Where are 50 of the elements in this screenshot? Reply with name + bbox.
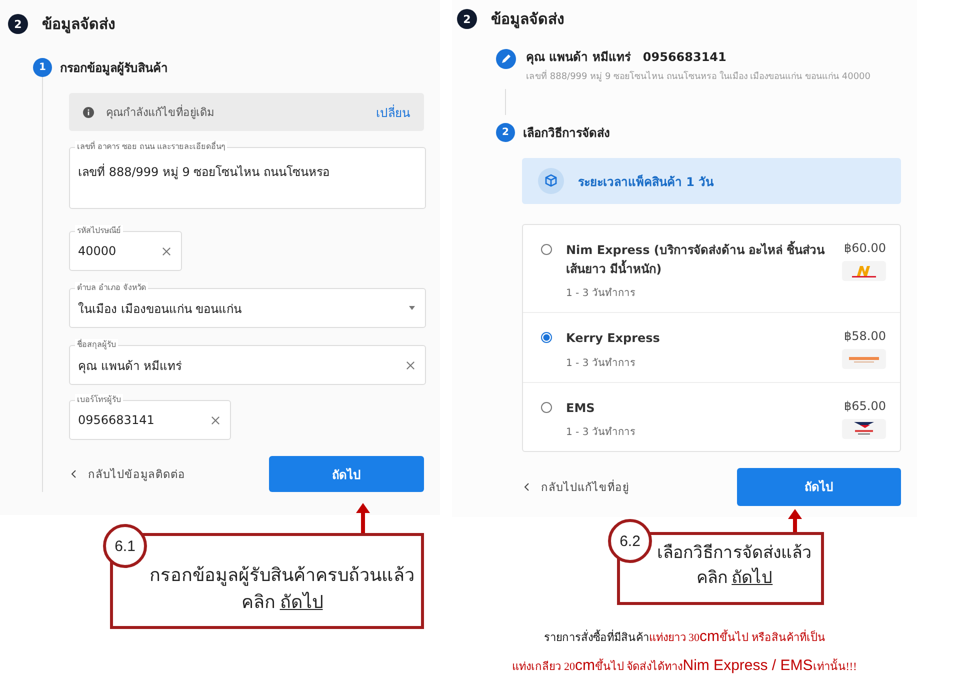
- clear-icon[interactable]: [162, 246, 171, 256]
- price: ฿58.00: [844, 329, 886, 344]
- price: ฿60.00: [844, 241, 886, 255]
- callout-text: เลือกวิธีการจัดส่งแล้ว คลิก ถัดไป: [656, 542, 813, 589]
- step-title: กรอกข้อมูลผู้รับสินค้า: [60, 60, 168, 77]
- courier-logo-icon: [842, 349, 886, 370]
- clear-icon[interactable]: [211, 416, 220, 424]
- step-title: เลือกวิธีการจัดส่ง: [523, 125, 610, 142]
- recipient-address: เลขที่ 888/999 หมู่ 9 ซอยโซนไหน ถนนโซนหรอ ในเมือง เมืองขอนแก่น ขอนแก่น 40000: [526, 69, 870, 83]
- change-link[interactable]: เปลี่ยน: [376, 102, 410, 122]
- dropdown-caret-icon[interactable]: [409, 306, 415, 310]
- notice-text: คุณกำลังแก้ไขที่อยู่เดิม: [106, 104, 215, 121]
- section-title: ข้อมูลจัดส่ง: [42, 14, 115, 36]
- step-number-badge: 2: [496, 123, 515, 142]
- shipping-option[interactable]: Nim Express (บริการจัดส่งด้าน อะไหล่ ชิ้นส่วนเส้นยาว มีน้ำหนัก) 1 - 3 วันทำการ ฿60.00: [523, 225, 900, 314]
- callout-number: 6.2: [608, 519, 652, 563]
- callout-text: กรอกข้อมูลผู้รับสินค้าครบถ้วนแล้ว คลิก ถัดไป: [148, 564, 416, 614]
- recipient-name: คุณ แพนด้า หมีแทร่ 0956683141: [526, 49, 728, 66]
- back-link[interactable]: กลับไปแก้ไขที่อยู่: [541, 478, 629, 496]
- callout-number: 6.1: [103, 524, 147, 568]
- shipping-note: รายการสั่งซื้อที่มีสินค้าแท่งยาว 30cmขึ้นไป หรือสินค้าที่เป็น แท่งเกลียว 20cmขึ้นไป จัดส่งได้ทางNim Express / EMSเท่านั้น!!!: [511, 627, 858, 676]
- step-number-badge: 1: [33, 58, 52, 77]
- delivery-time: 1 - 3 วันทำการ: [566, 286, 636, 300]
- step-number-badge: 2: [8, 14, 28, 34]
- radio-button[interactable]: [541, 332, 552, 344]
- next-button[interactable]: ถัดไป: [269, 456, 424, 492]
- courier-logo-icon: [842, 261, 886, 281]
- radio-button[interactable]: [541, 402, 552, 413]
- next-button[interactable]: ถัดไป: [737, 468, 901, 506]
- step-number-badge: 2: [457, 9, 477, 29]
- shipping-option[interactable]: Kerry Express 1 - 3 วันทำการ ฿58.00: [523, 313, 900, 383]
- clear-icon[interactable]: [406, 360, 415, 370]
- shipping-option[interactable]: EMS 1 - 3 วันทำการ ฿65.00: [523, 382, 900, 451]
- box-icon: [538, 168, 564, 194]
- chevron-left-icon[interactable]: [71, 470, 76, 478]
- section-title: ข้อมูลจัดส่ง: [491, 9, 564, 30]
- price: ฿65.00: [844, 398, 886, 413]
- chevron-left-icon[interactable]: [524, 482, 529, 491]
- courier-name: Nim Express (บริการจัดส่งด้าน อะไหล่ ชิ้นส่วนเส้นยาว มีน้ำหนัก): [566, 241, 828, 280]
- back-link[interactable]: กลับไปข้อมูลติดต่อ: [88, 465, 186, 483]
- radio-button[interactable]: [541, 244, 552, 255]
- packing-notice-text: ระยะเวลาแพ็คสินค้า 1 วัน: [578, 174, 714, 190]
- pencil-icon[interactable]: [496, 49, 516, 69]
- courier-logo-icon: [842, 418, 886, 439]
- courier-name: EMS: [566, 400, 596, 417]
- courier-name: Kerry Express: [566, 330, 661, 348]
- delivery-time: 1 - 3 วันทำการ: [566, 356, 636, 370]
- pointer-arrow: [788, 509, 802, 535]
- info-icon: [83, 106, 94, 118]
- delivery-time: 1 - 3 วันทำการ: [566, 426, 636, 439]
